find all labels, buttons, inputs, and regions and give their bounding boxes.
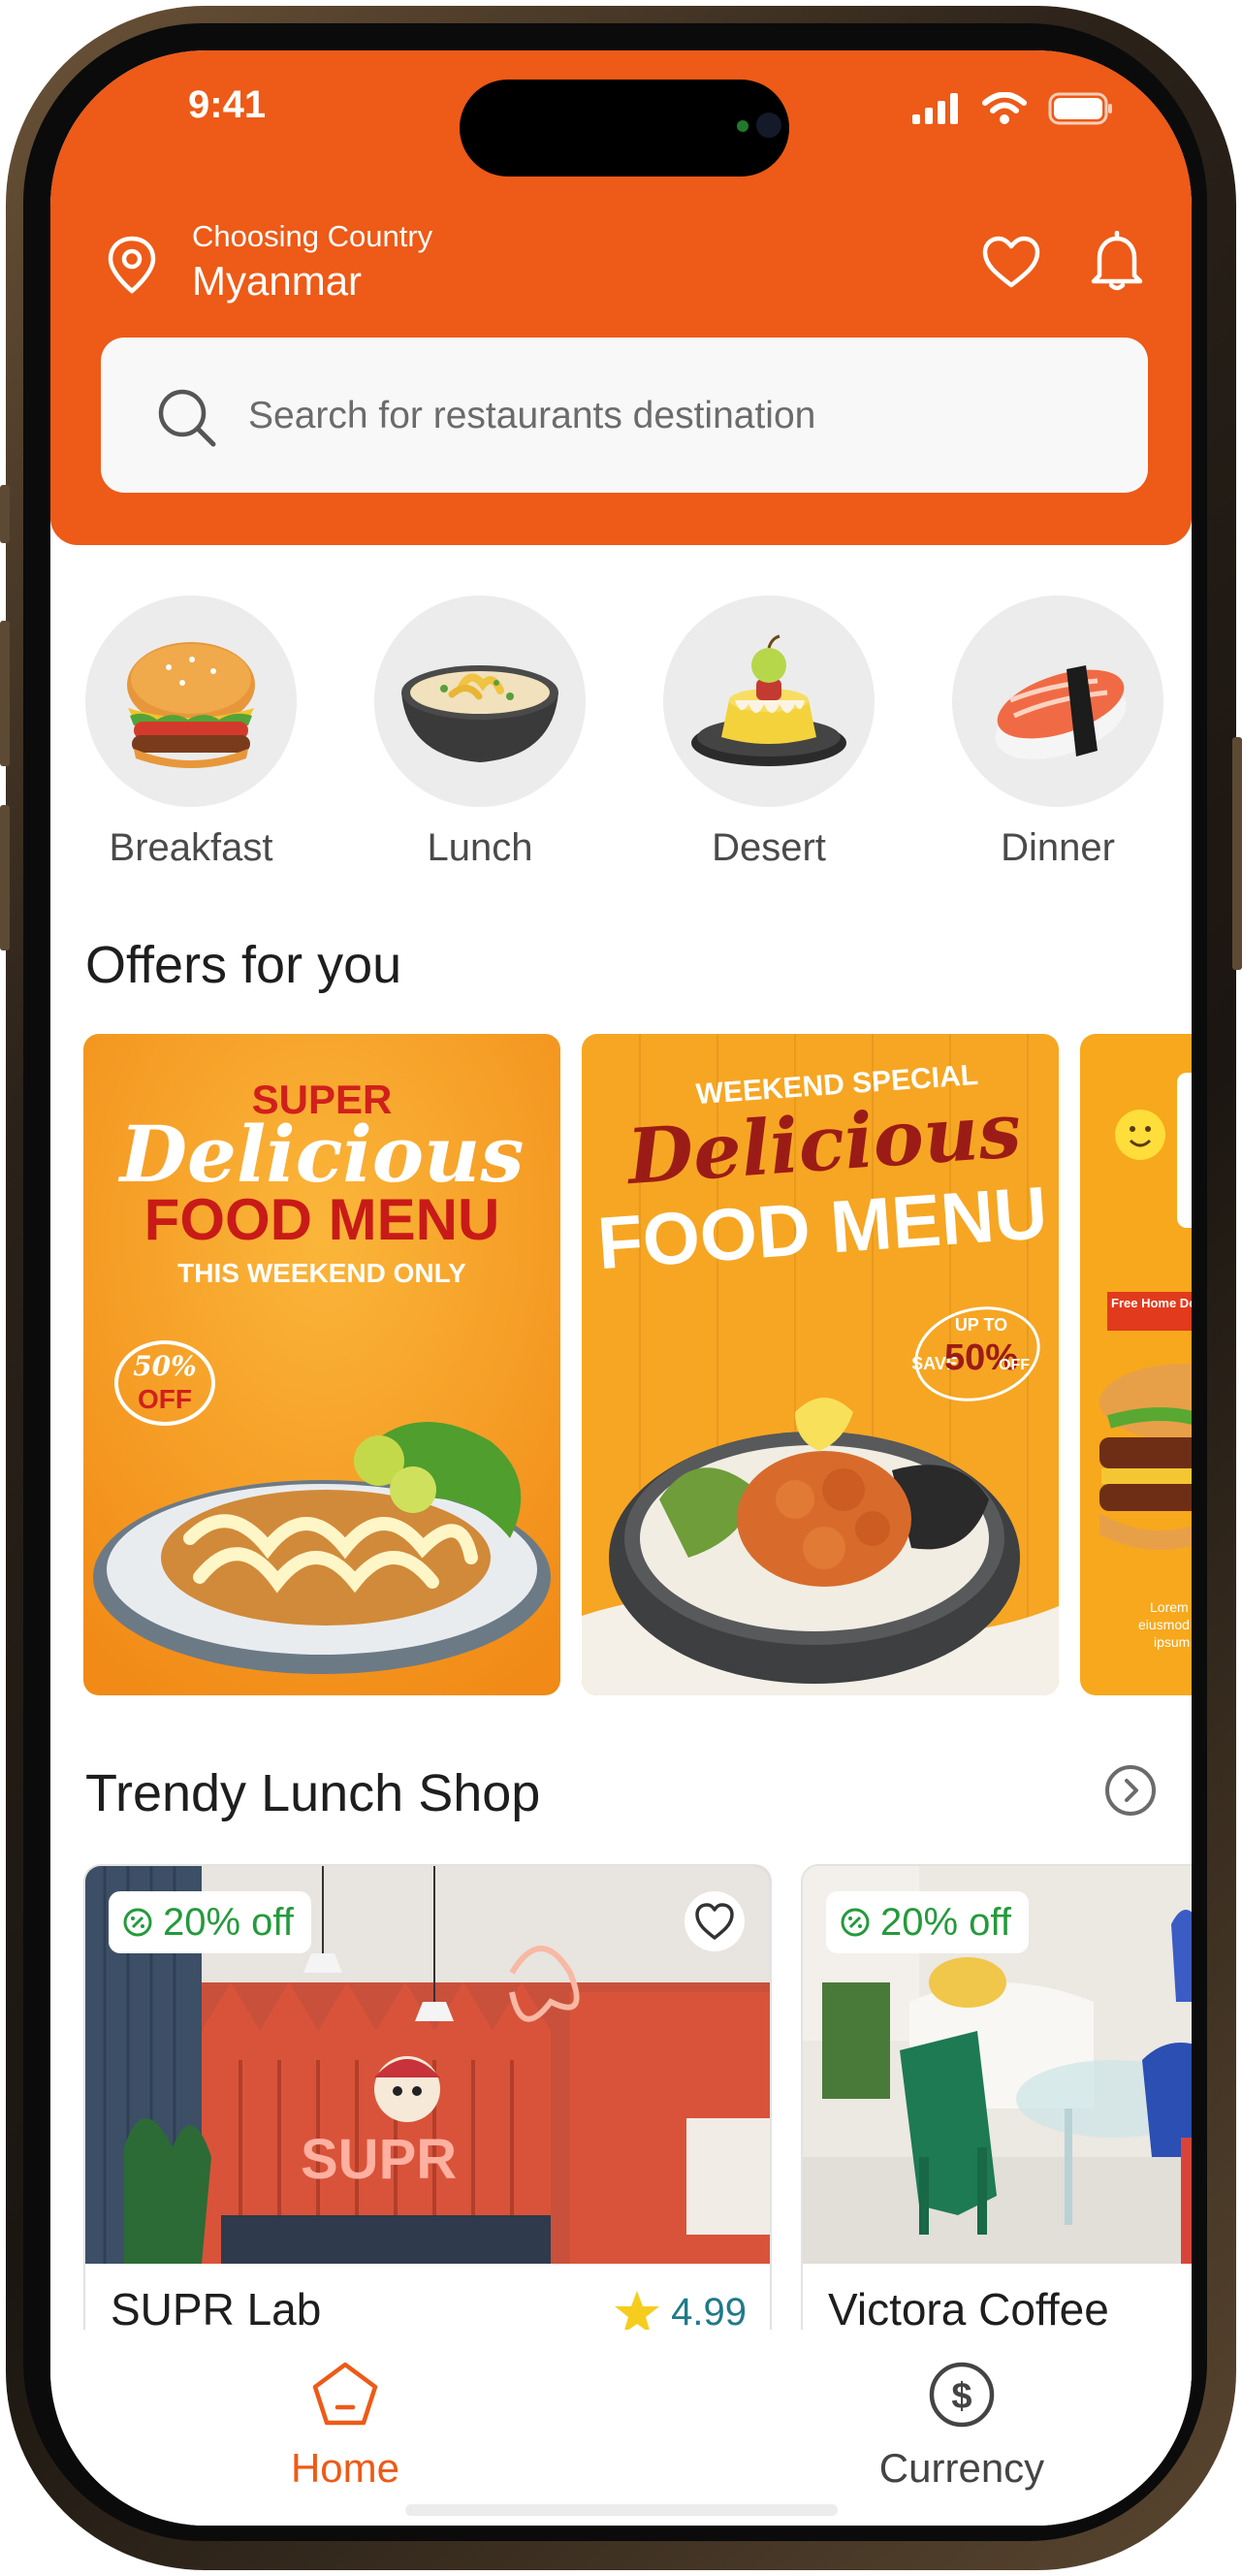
offer-banner-3: Free Home Delivery Lorem ip eiusmod te i…: [1080, 1034, 1192, 1695]
volume-up-button: [0, 621, 10, 766]
status-icons: [912, 89, 1114, 128]
offer-1-discount-off: OFF: [138, 1384, 192, 1414]
discount-badge: 20% off: [109, 1891, 311, 1953]
offer-2-save-off: OFF: [999, 1357, 1030, 1373]
tab-home[interactable]: Home: [229, 2359, 462, 2492]
percent-badge-icon: [841, 1908, 870, 1937]
tab-currency-label: Currency: [878, 2445, 1045, 2491]
signal-icon: [912, 93, 958, 124]
discount-badge-text: 20% off: [163, 1900, 294, 1944]
mute-switch: [0, 485, 10, 543]
offer-3-lorem-1: Lorem ip: [1150, 1599, 1192, 1615]
offer-3-lorem-2: eiusmod te: [1138, 1617, 1192, 1632]
discount-badge-text: 20% off: [880, 1900, 1011, 1944]
offer-3-lorem-3: ipsum s: [1154, 1634, 1192, 1650]
shop-name: SUPR Lab: [111, 2284, 322, 2334]
home-icon: [312, 2362, 378, 2426]
svg-text:$: $: [951, 2376, 971, 2417]
search-icon: [158, 389, 216, 447]
category-desert[interactable]: Desert: [663, 596, 875, 870]
heart-icon: [695, 1903, 734, 1940]
category-dinner-circle: [952, 596, 1163, 807]
percent-badge-icon: [123, 1908, 152, 1937]
offer-3-ribbon: Free Home Delivery: [1111, 1296, 1192, 1310]
discount-badge: 20% off: [826, 1891, 1029, 1953]
category-breakfast[interactable]: Breakfast: [85, 596, 297, 870]
category-lunch[interactable]: Lunch: [374, 596, 586, 870]
category-label: Breakfast: [109, 826, 273, 869]
front-camera-icon: [756, 113, 781, 138]
offer-banner-1: SUPER Delicious FOOD MENU THIS WEEKEND O…: [83, 1034, 560, 1695]
offer-2-save-upto: UP TO: [955, 1315, 1007, 1335]
offer-1-line3: FOOD MENU: [144, 1187, 500, 1252]
power-button: [1232, 737, 1242, 970]
star-icon: [615, 2291, 660, 2334]
tab-currency[interactable]: $ Currency: [826, 2359, 1098, 2492]
trendy-see-all-button[interactable]: [1105, 1765, 1156, 1816]
burger-icon: [127, 642, 255, 768]
chevron-right-icon: [1125, 1779, 1138, 1802]
offer-card-weekend-special[interactable]: WEEKEND SPECIAL Delicious FOOD MENU UP T…: [582, 1034, 1059, 1695]
trendy-section-title: Trendy Lunch Shop: [85, 1764, 541, 1822]
category-label: Desert: [712, 826, 826, 869]
offer-1-line2: Delicious: [118, 1109, 525, 1200]
home-indicator[interactable]: [405, 2504, 838, 2516]
soup-bowl-icon: [401, 665, 558, 762]
currency-dollar-icon: $: [929, 2362, 995, 2428]
location-value[interactable]: Myanmar: [192, 258, 362, 305]
offers-section-title: Offers for you: [85, 936, 402, 994]
location-pin-icon[interactable]: [105, 235, 159, 295]
shop-rating-value: 4.99: [671, 2290, 747, 2334]
wifi-icon: [982, 92, 1027, 124]
offer-card-super-delicious[interactable]: SUPER Delicious FOOD MENU THIS WEEKEND O…: [83, 1034, 560, 1695]
search-input[interactable]: [246, 376, 1103, 456]
category-breakfast-circle: [85, 596, 297, 807]
shop-card-supr-lab[interactable]: SUPR 20% off SUPR Lab 4.99: [83, 1864, 772, 2401]
category-label: Dinner: [1001, 826, 1115, 869]
shop-card-victora-coffee[interactable]: 20% off Victora Coffee: [801, 1864, 1192, 2401]
status-time: 9:41: [188, 83, 267, 126]
shop-sign-text: SUPR: [301, 2128, 457, 2191]
battery-icon: [1048, 92, 1112, 125]
camera-indicator-icon: [737, 120, 748, 132]
pudding-icon: [691, 634, 846, 766]
offer-1-line4: THIS WEEKEND ONLY: [177, 1258, 466, 1288]
category-dinner[interactable]: Dinner: [952, 596, 1163, 870]
search-bar[interactable]: [101, 338, 1148, 493]
location-label: Choosing Country: [192, 219, 433, 253]
volume-down-button: [0, 805, 10, 950]
shop-rating: 4.99: [613, 2289, 747, 2335]
category-label: Lunch: [427, 826, 533, 869]
category-lunch-circle: [374, 596, 586, 807]
shop-name: Victora Coffee: [828, 2284, 1109, 2334]
offer-card-free-delivery[interactable]: Free Home Delivery Lorem ip eiusmod te i…: [1080, 1034, 1192, 1695]
offer-1-discount-pct: 50%: [133, 1350, 197, 1382]
screen: 9:41 Choosing Country Myanmar Search for…: [50, 50, 1192, 2526]
category-desert-circle: [663, 596, 875, 807]
favorite-button[interactable]: [685, 1891, 745, 1951]
sushi-icon: [995, 665, 1127, 759]
favorites-heart-icon[interactable]: [981, 235, 1041, 289]
notification-bell-icon[interactable]: [1090, 231, 1144, 293]
offer-banner-2: WEEKEND SPECIAL Delicious FOOD MENU UP T…: [582, 1034, 1059, 1695]
tab-home-label: Home: [290, 2445, 400, 2491]
